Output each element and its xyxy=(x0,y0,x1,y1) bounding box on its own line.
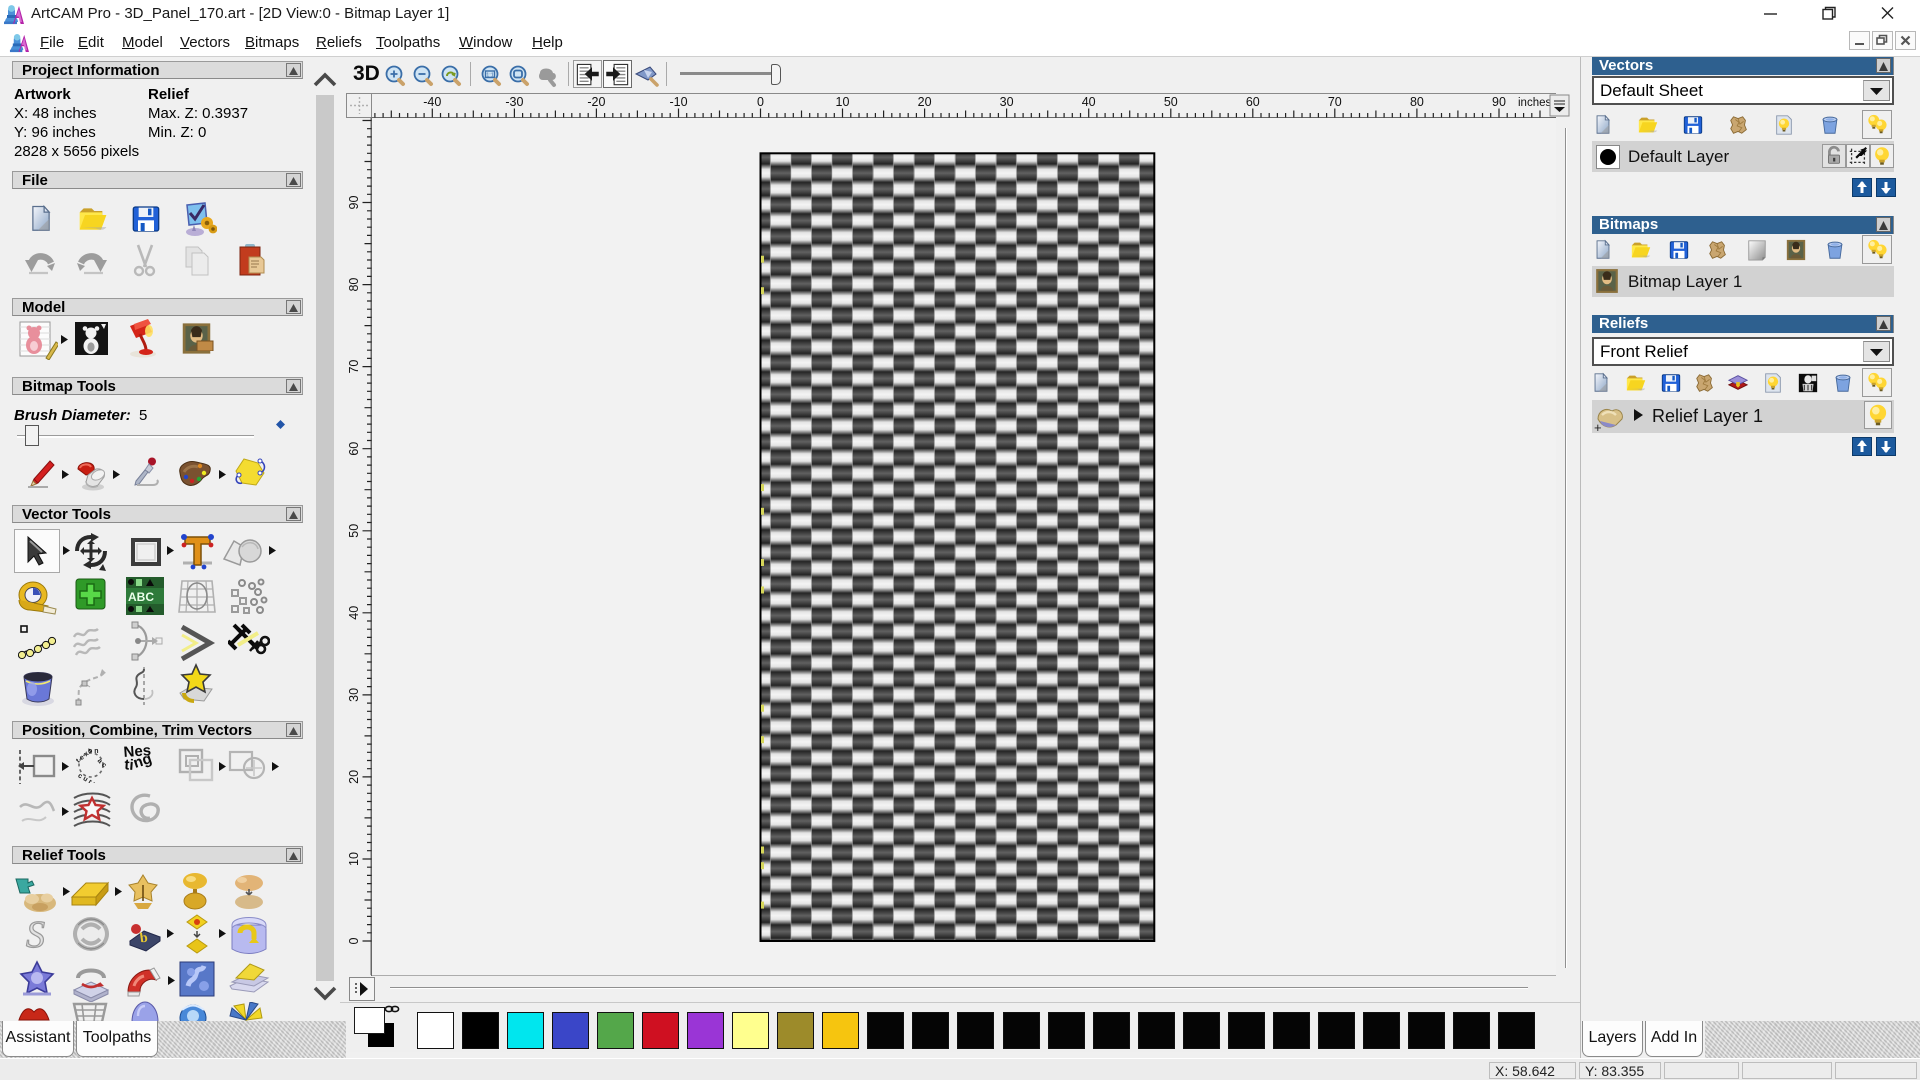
svg-text:-10: -10 xyxy=(669,95,687,109)
svg-text:inches: inches xyxy=(1518,97,1551,109)
svg-text:60: 60 xyxy=(347,442,361,456)
svg-text:70: 70 xyxy=(1328,95,1342,109)
svg-text:90: 90 xyxy=(347,196,361,210)
svg-text:20: 20 xyxy=(918,95,932,109)
svg-text:80: 80 xyxy=(347,278,361,292)
svg-text:-30: -30 xyxy=(505,95,523,109)
svg-text:a c: a c xyxy=(96,757,108,769)
svg-text:30: 30 xyxy=(1000,95,1014,109)
svg-text:50: 50 xyxy=(347,524,361,538)
svg-text:40: 40 xyxy=(347,606,361,620)
svg-text:0: 0 xyxy=(347,937,361,944)
svg-text:+: + xyxy=(1594,420,1602,433)
svg-text:50: 50 xyxy=(1164,95,1178,109)
svg-text:ABC: ABC xyxy=(128,590,154,604)
svg-text:S: S xyxy=(26,915,45,955)
svg-text:90: 90 xyxy=(1492,95,1506,109)
svg-text:60: 60 xyxy=(1246,95,1260,109)
svg-text:1:1: 1:1 xyxy=(486,73,494,79)
svg-text:0: 0 xyxy=(757,95,764,109)
svg-text:10: 10 xyxy=(347,852,361,866)
svg-text:-20: -20 xyxy=(587,95,605,109)
svg-text:o n: o n xyxy=(88,748,99,755)
svg-text:70: 70 xyxy=(347,360,361,374)
svg-text:c u r v e: c u r v e xyxy=(77,772,104,783)
svg-text:80: 80 xyxy=(1410,95,1424,109)
svg-text:10: 10 xyxy=(836,95,850,109)
svg-text:40: 40 xyxy=(1082,95,1096,109)
svg-text:20: 20 xyxy=(347,770,361,784)
svg-text:-40: -40 xyxy=(423,95,441,109)
svg-text:30: 30 xyxy=(347,688,361,702)
